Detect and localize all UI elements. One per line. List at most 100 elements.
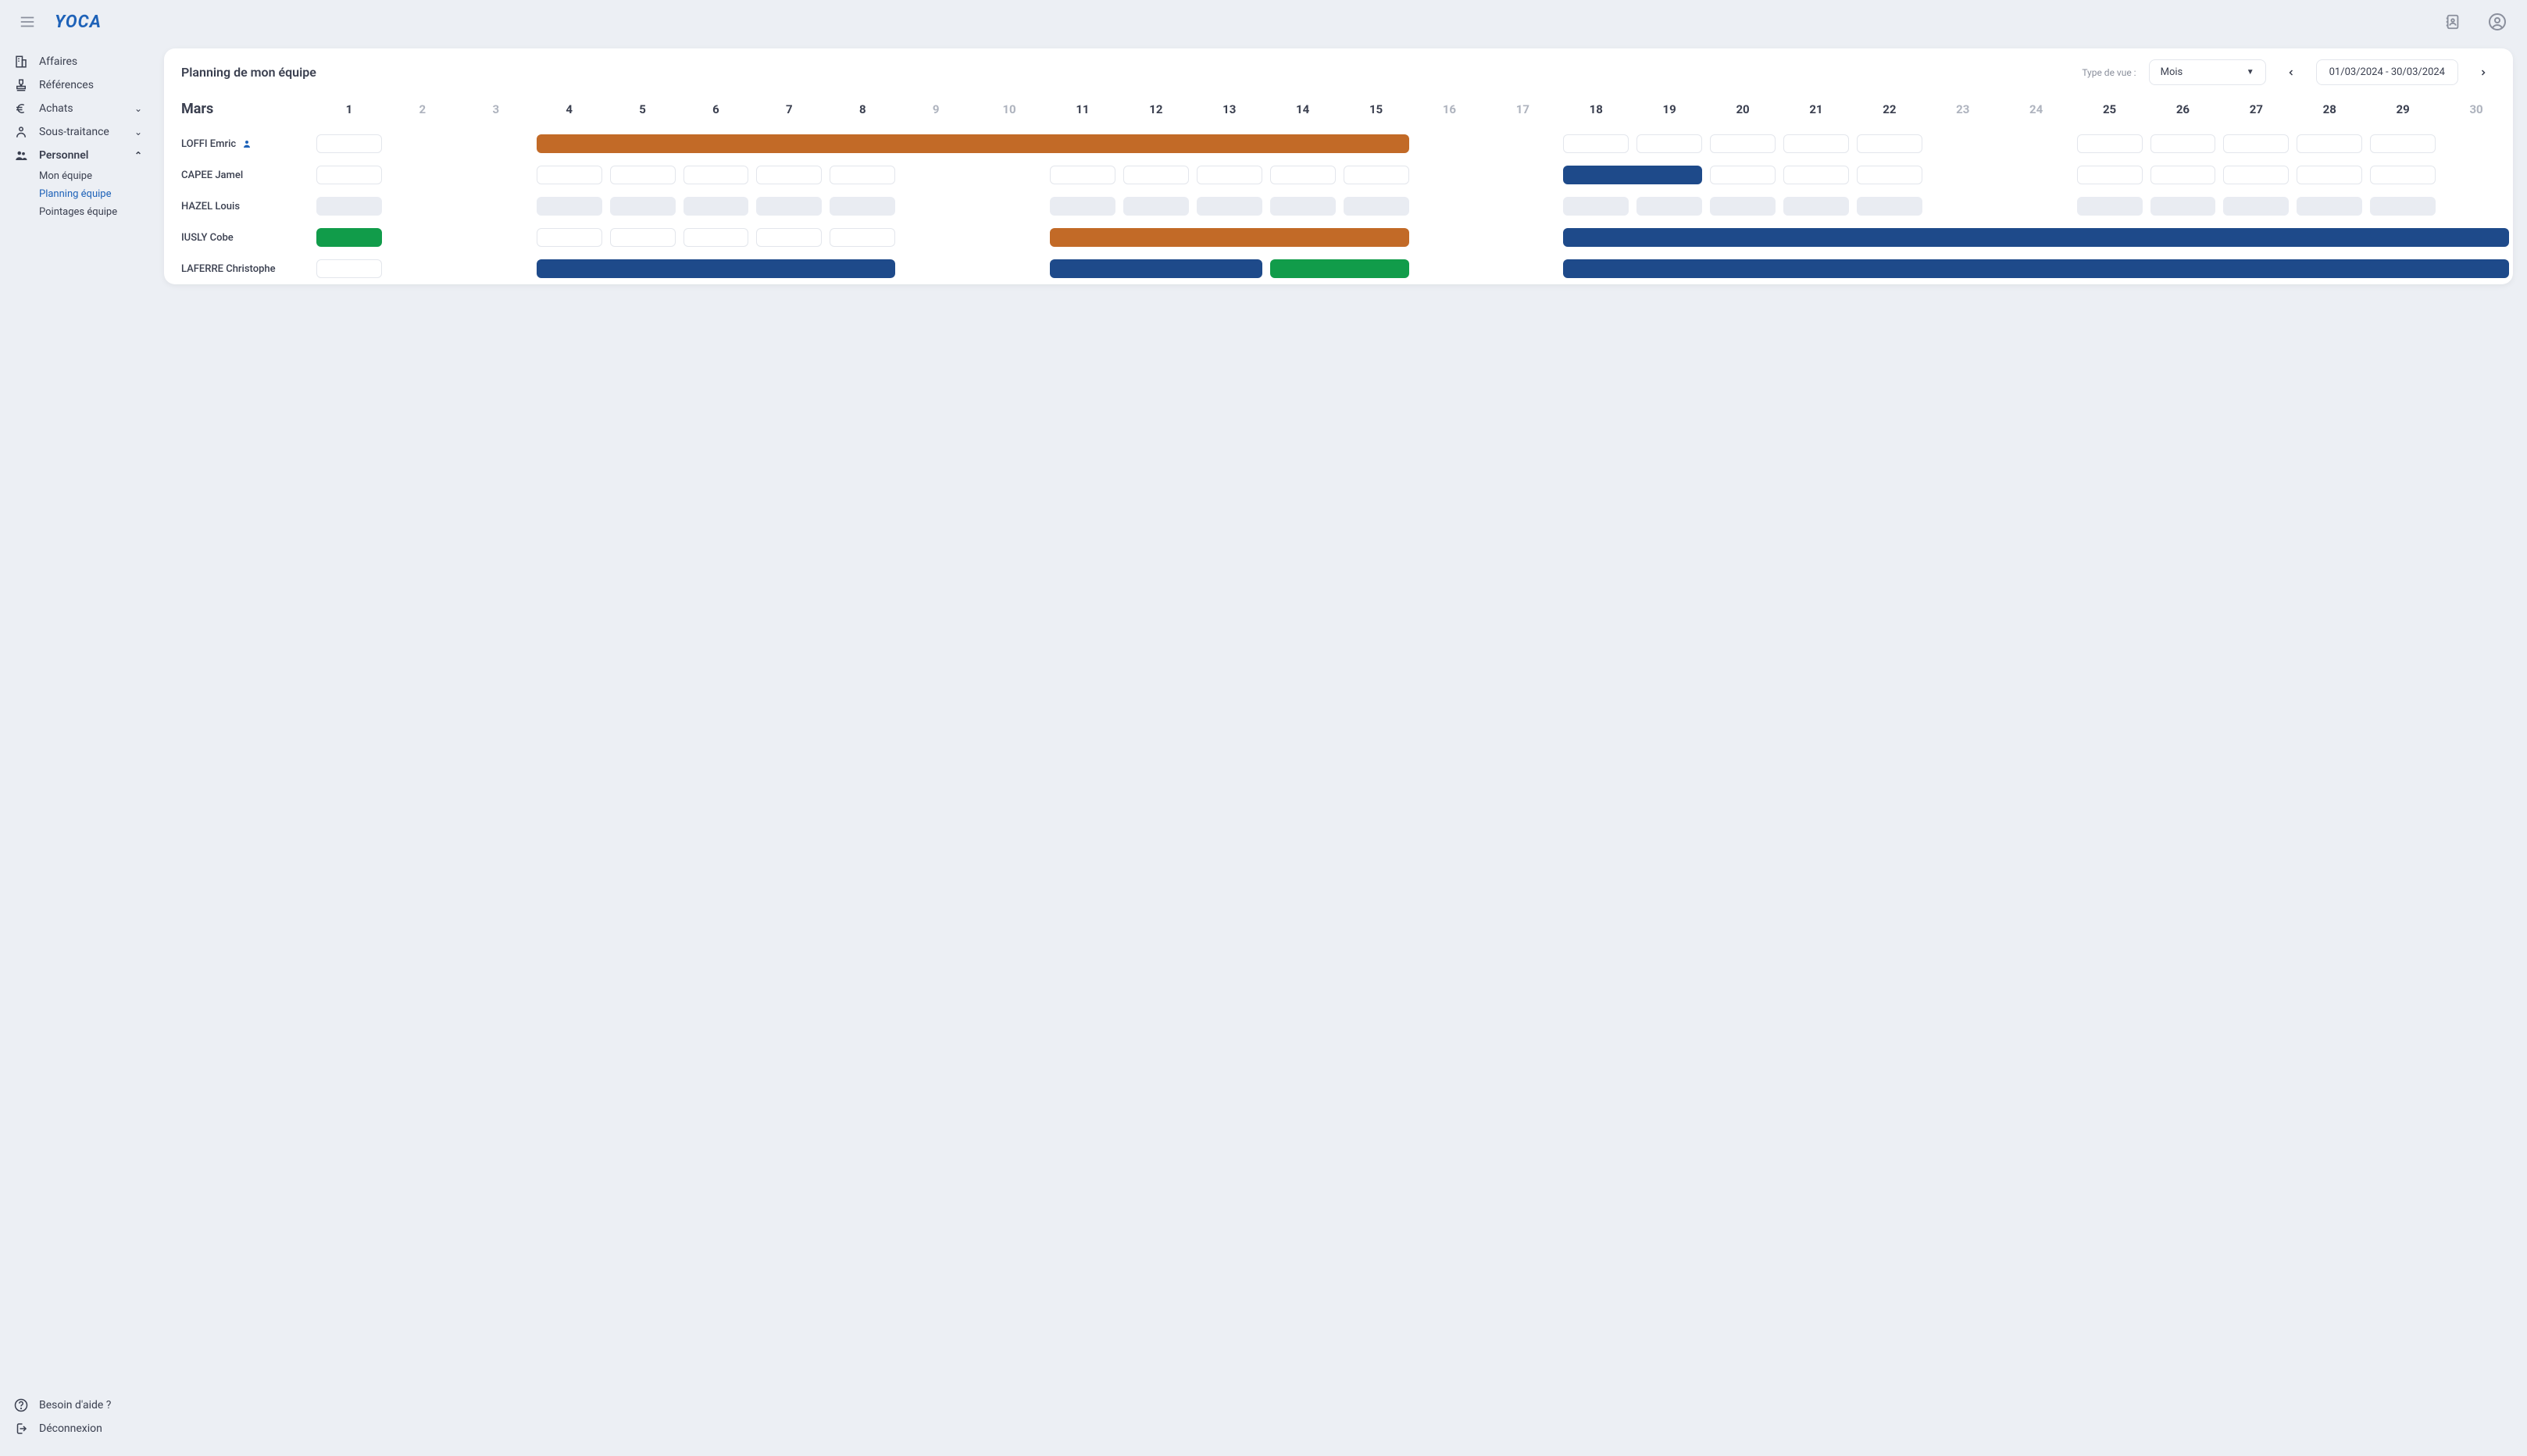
day-cell[interactable] <box>1193 159 1266 191</box>
planning-bar[interactable] <box>1046 253 1266 284</box>
planning-bar[interactable] <box>1559 222 2513 253</box>
date-range-picker[interactable]: 01/03/2024 - 30/03/2024 <box>2316 59 2458 85</box>
address-book-icon <box>2444 13 2461 30</box>
day-cell[interactable] <box>2293 159 2366 191</box>
day-cell[interactable] <box>1853 191 1926 222</box>
sidebar-item-logout[interactable]: Déconnexion <box>0 1417 156 1440</box>
day-cell[interactable] <box>752 222 826 253</box>
sidebar-sub-mon-equipe[interactable]: Mon équipe <box>0 167 156 185</box>
chevron-up-icon: ⌃ <box>134 150 142 161</box>
slot-unavailable <box>1783 197 1849 216</box>
day-cell[interactable] <box>312 191 386 222</box>
day-cell[interactable] <box>2366 191 2440 222</box>
contacts-button[interactable] <box>2438 7 2468 37</box>
day-cell[interactable] <box>1559 128 1633 159</box>
day-header: 30 <box>2440 95 2513 127</box>
day-cell[interactable] <box>1706 191 1779 222</box>
planning-bar[interactable] <box>1559 253 2513 284</box>
view-type-value: Mois <box>2161 66 2183 78</box>
sidebar-nav: Affaires Références Achats ⌄ Sous-traita… <box>0 50 156 1394</box>
day-cell[interactable] <box>312 128 386 159</box>
weekend-gap <box>459 200 533 212</box>
day-cell[interactable] <box>1046 159 1119 191</box>
day-cell[interactable] <box>1266 191 1340 222</box>
sidebar-item-affaires[interactable]: Affaires <box>0 50 156 73</box>
day-cell[interactable] <box>2147 159 2220 191</box>
planning-bar-fill <box>1563 228 2509 247</box>
slot-empty <box>2223 134 2289 153</box>
day-cell[interactable] <box>1853 128 1926 159</box>
day-cell[interactable] <box>2293 128 2366 159</box>
menu-toggle-button[interactable] <box>14 9 41 35</box>
main-content: Planning de mon équipe Type de vue : Moi… <box>156 44 2527 1456</box>
day-cell[interactable] <box>1706 128 1779 159</box>
day-cell[interactable] <box>2219 128 2293 159</box>
sidebar-item-soustraitance[interactable]: Sous-traitance ⌄ <box>0 120 156 144</box>
day-cell[interactable] <box>1266 159 1340 191</box>
day-cell[interactable] <box>1779 191 1853 222</box>
day-cell[interactable] <box>1119 159 1193 191</box>
day-cell[interactable] <box>2147 191 2220 222</box>
sidebar-item-references[interactable]: Références <box>0 73 156 97</box>
sidebar-item-achats[interactable]: Achats ⌄ <box>0 97 156 120</box>
slot-unavailable <box>756 197 822 216</box>
day-cell[interactable] <box>680 222 753 253</box>
sidebar-item-help[interactable]: Besoin d'aide ? <box>0 1394 156 1417</box>
day-cell[interactable] <box>2366 159 2440 191</box>
day-cell[interactable] <box>2073 191 2147 222</box>
day-cell[interactable] <box>826 191 899 222</box>
day-header: 16 <box>1413 95 1487 127</box>
day-cell[interactable] <box>1193 191 1266 222</box>
sidebar-sub-pointages-equipe[interactable]: Pointages équipe <box>0 203 156 221</box>
planning-bar[interactable] <box>1559 159 1706 191</box>
day-cell[interactable] <box>1633 128 1706 159</box>
planning-bar[interactable] <box>1266 253 1413 284</box>
day-cell[interactable] <box>826 159 899 191</box>
day-cell[interactable] <box>1779 128 1853 159</box>
day-cell[interactable] <box>2147 128 2220 159</box>
planning-bar[interactable] <box>533 253 900 284</box>
next-period-button[interactable] <box>2471 63 2496 82</box>
planning-bar[interactable] <box>1046 222 1413 253</box>
sidebar-item-label: Personnel <box>39 149 88 162</box>
day-cell[interactable] <box>1340 159 1413 191</box>
day-cell[interactable] <box>606 222 680 253</box>
day-cell[interactable] <box>752 191 826 222</box>
sidebar-sub-planning-equipe[interactable]: Planning équipe <box>0 185 156 203</box>
day-cell[interactable] <box>533 222 606 253</box>
day-cell[interactable] <box>1340 191 1413 222</box>
day-cell[interactable] <box>1559 191 1633 222</box>
planning-bar-fill <box>1563 166 1702 184</box>
prev-period-button[interactable] <box>2279 63 2304 82</box>
day-cell[interactable] <box>606 159 680 191</box>
day-cell[interactable] <box>2366 128 2440 159</box>
day-cell[interactable] <box>752 159 826 191</box>
day-cell[interactable] <box>680 191 753 222</box>
day-cell[interactable] <box>2073 128 2147 159</box>
day-cell[interactable] <box>826 222 899 253</box>
planning-bar[interactable] <box>533 128 1413 159</box>
day-cell[interactable] <box>1779 159 1853 191</box>
account-button[interactable] <box>2482 6 2513 37</box>
day-cell[interactable] <box>1633 191 1706 222</box>
day-cell[interactable] <box>2219 191 2293 222</box>
day-header: 1 <box>312 95 386 127</box>
day-cell[interactable] <box>533 159 606 191</box>
day-cell[interactable] <box>1046 191 1119 222</box>
day-cell[interactable] <box>2293 191 2366 222</box>
day-cell[interactable] <box>533 191 606 222</box>
sidebar-item-personnel[interactable]: Personnel ⌃ <box>0 144 156 167</box>
day-cell[interactable] <box>1119 191 1193 222</box>
day-cell[interactable] <box>312 159 386 191</box>
day-cell[interactable] <box>2073 159 2147 191</box>
day-cell[interactable] <box>1853 159 1926 191</box>
day-cell[interactable] <box>312 253 386 284</box>
day-cell[interactable] <box>606 191 680 222</box>
day-header: 8 <box>826 95 899 127</box>
weekend-gap <box>1413 169 1487 181</box>
view-type-select[interactable]: Mois ▼ <box>2149 59 2266 85</box>
planning-bar[interactable] <box>312 222 386 253</box>
day-cell[interactable] <box>1706 159 1779 191</box>
day-cell[interactable] <box>2219 159 2293 191</box>
day-cell[interactable] <box>680 159 753 191</box>
